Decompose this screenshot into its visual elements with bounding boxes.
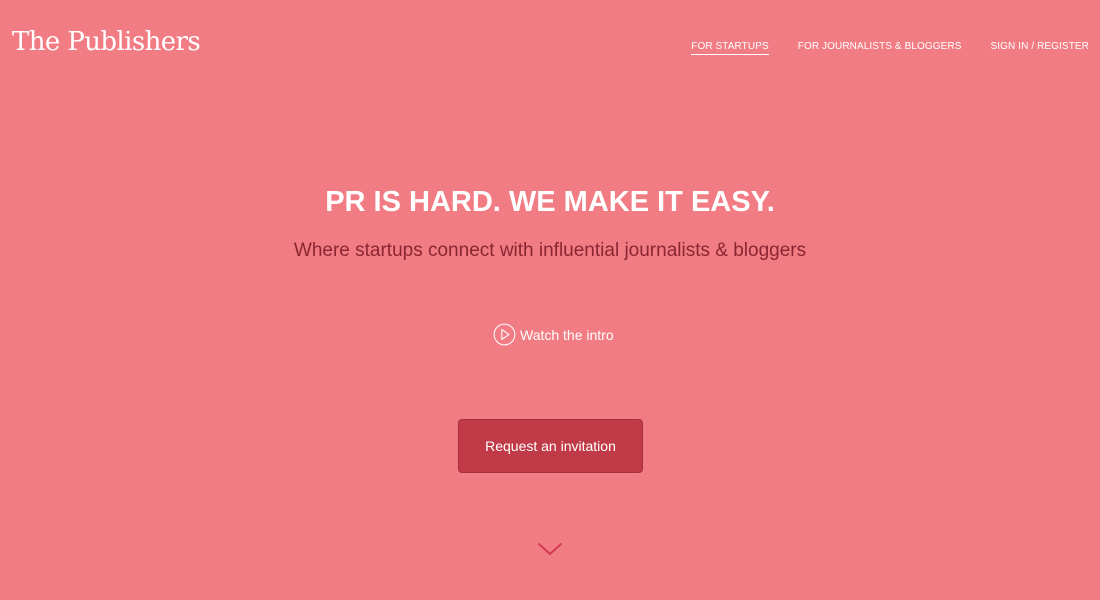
site-header: The Publishers FOR STARTUPS FOR JOURNALI… — [0, 0, 1100, 90]
hero-subtitle: Where startups connect with influential … — [293, 240, 807, 261]
watch-intro-label: Watch the intro — [520, 326, 614, 343]
site-logo[interactable]: The Publishers — [12, 27, 201, 57]
watch-intro-link[interactable]: Watch the intro — [493, 323, 614, 346]
chevron-down-icon[interactable] — [537, 542, 563, 556]
hero-title: PR IS HARD. WE MAKE IT EASY. — [325, 186, 775, 218]
nav-sign-in-register[interactable]: SIGN IN / REGISTER — [991, 41, 1089, 55]
top-nav: FOR STARTUPS FOR JOURNALISTS & BLOGGERS … — [691, 41, 1089, 55]
play-circle-icon — [493, 323, 516, 346]
nav-for-journalists-bloggers[interactable]: FOR JOURNALISTS & BLOGGERS — [798, 41, 962, 55]
nav-for-startups[interactable]: FOR STARTUPS — [691, 41, 769, 55]
request-invitation-button[interactable]: Request an invitation — [458, 419, 643, 473]
